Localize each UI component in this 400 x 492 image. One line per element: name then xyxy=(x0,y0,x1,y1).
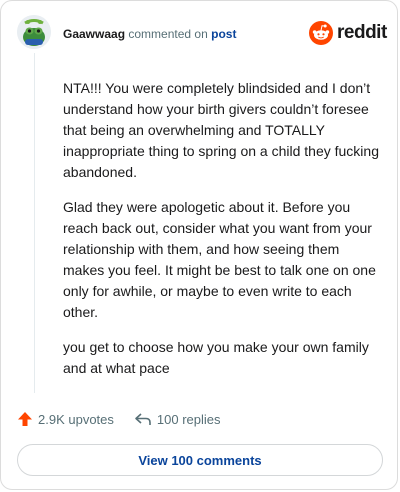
username-link[interactable]: Gaawwaag xyxy=(63,27,125,41)
reddit-wordmark: reddit xyxy=(337,22,387,43)
comment-paragraph: you get to choose how you make your own … xyxy=(63,339,369,376)
user-avatar[interactable] xyxy=(17,15,51,49)
view-comments-label: View 100 comments xyxy=(138,452,262,468)
comment-card: Gaawwaag commented on post reddit NTA!!!… xyxy=(0,0,398,490)
thread-line[interactable] xyxy=(34,53,35,393)
comment-actions: 2.9K upvotes 100 replies xyxy=(17,411,221,427)
upvotes-count: 2.9K upvotes xyxy=(38,411,114,427)
comment-header: Gaawwaag commented on post xyxy=(63,27,236,41)
replies-count: 100 replies xyxy=(156,411,221,427)
frog-avatar-icon xyxy=(17,15,51,49)
post-link[interactable]: post xyxy=(211,27,236,41)
comment-paragraph: NTA!!! You were completely blindsided an… xyxy=(63,80,379,180)
reply-arrow-icon xyxy=(135,413,151,425)
comment-body: NTA!!! You were completely blindsided an… xyxy=(63,78,383,393)
upvote-arrow-icon xyxy=(18,412,32,426)
reddit-snoo-icon xyxy=(309,21,333,45)
commented-on-text: commented on xyxy=(128,27,208,41)
replies-button[interactable]: 100 replies xyxy=(134,411,221,427)
comment-paragraph: Glad they were apologetic about it. Befo… xyxy=(63,199,376,320)
view-comments-button[interactable]: View 100 comments xyxy=(17,444,383,476)
upvote-button[interactable]: 2.9K upvotes xyxy=(17,411,114,427)
reddit-logo[interactable]: reddit xyxy=(309,21,387,45)
